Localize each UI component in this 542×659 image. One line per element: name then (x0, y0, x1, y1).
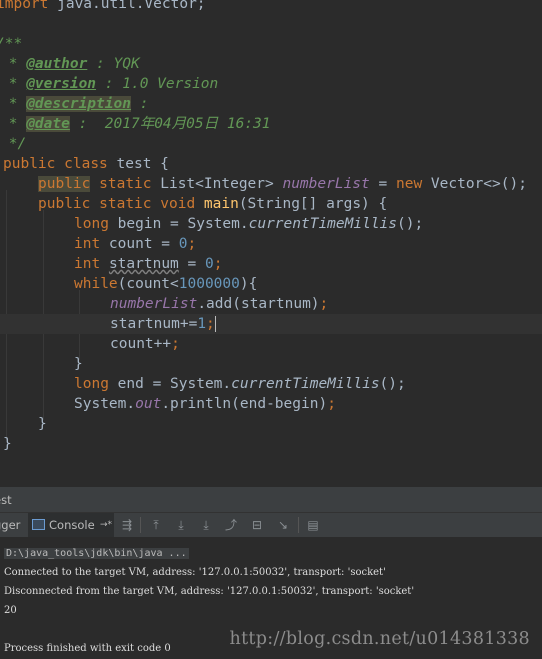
code-line-increment-current[interactable]: startnum+=1; (0, 314, 542, 334)
scroll-to-end-icon[interactable]: ⇶ (119, 517, 135, 533)
doc-open: /** (0, 36, 23, 52)
run-to-cursor-icon[interactable]: ↘ (275, 517, 291, 533)
text-caret (214, 316, 216, 332)
drop-frame-icon[interactable]: ⊟ (249, 517, 265, 533)
doc-close: */ (0, 136, 27, 152)
evaluate-icon[interactable]: ▤ (305, 517, 321, 533)
watermark: http://blog.csdn.net/u014381338 (229, 629, 530, 649)
step-out-icon[interactable]: ⤴ (223, 517, 239, 533)
toolbar-separator (298, 517, 299, 533)
console-command-line[interactable]: D:\java_tools\jdk\bin\java ... (4, 545, 189, 563)
version-tag: @version (26, 76, 97, 92)
code-line-end: long end = System.currentTimeMillis(); (74, 376, 406, 392)
doc-date: * @date : 2017年04月05日 16:31 (0, 116, 271, 132)
tool-window-title-bar[interactable]: est (0, 486, 542, 513)
code-line-println: System.out.println(end-begin); (74, 396, 336, 412)
code-line-while-close: } (74, 356, 83, 372)
import-path: java.util.Vector; (48, 0, 206, 12)
code-line-count: int count = 0; (74, 236, 197, 252)
debug-toolbar: gger Console →* ⇶ ⤒ ⤓ ⤓ ⤴ ⊟ ↘ ▤ (0, 512, 542, 538)
tool-window-title: est (0, 493, 12, 507)
console-line-disconnected: Disconnected from the target VM, address… (4, 586, 415, 597)
author-tag: @author (26, 56, 88, 72)
force-step-into-icon[interactable]: ⤓ (198, 517, 214, 533)
console-line-connected: Connected to the target VM, address: '12… (4, 567, 386, 578)
code-line-count-inc: count++; (110, 336, 180, 352)
code-line-class: public class test { (3, 156, 169, 172)
toolbar-separator (140, 517, 141, 533)
doc-author: * @author : YQK (0, 56, 140, 72)
console-line-finished: Process finished with exit code 0 (4, 643, 171, 654)
code-line-method-close: } (38, 416, 47, 432)
code-editor[interactable]: import java.util.Vector; /** * @author :… (0, 0, 542, 486)
code-line-import: import java.util.Vector; (0, 0, 538, 14)
step-over-icon[interactable]: ⤒ (148, 517, 164, 533)
tab-debugger[interactable]: gger (0, 513, 26, 537)
code-line-class-close: } (3, 436, 12, 452)
code-line-add: numberList.add(startnum); (110, 296, 329, 312)
code-line-while: while(count<1000000){ (74, 276, 258, 292)
date-tag: @date (26, 116, 70, 132)
main-method: main (203, 196, 239, 212)
code-line-begin: long begin = System.currentTimeMillis(); (74, 216, 424, 232)
console-line-result: 20 (4, 605, 17, 616)
keyword: import (0, 0, 49, 12)
number-list-field: numberList (282, 176, 370, 192)
step-into-icon[interactable]: ⤓ (173, 517, 189, 533)
code-line-field: public static List<Integer> numberList =… (38, 176, 527, 192)
doc-description: * @description : (0, 96, 149, 112)
tab-console[interactable]: Console →* (28, 513, 114, 537)
description-tag: @description (26, 96, 131, 112)
code-line-startnum: int startnum = 0; (74, 256, 223, 272)
doc-version: * @version : 1.0 Version (0, 76, 219, 92)
console-icon (32, 519, 45, 530)
code-line-main: public static void main(String[] args) { (38, 196, 388, 212)
